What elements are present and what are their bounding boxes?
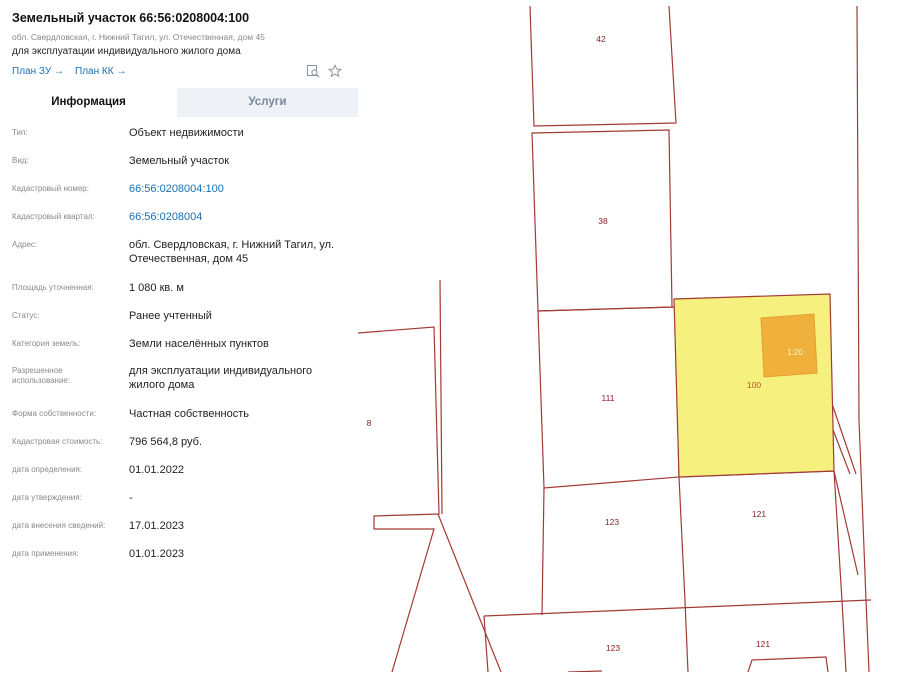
info-value: 01.01.2022 [129, 464, 185, 476]
info-value: для эксплуатации индивидуального жилого … [129, 365, 313, 391]
parcel-use: для эксплуатации индивидуального жилого … [12, 46, 241, 57]
parcel-8-boundary[interactable] [357, 326, 440, 673]
info-label: Тип: [12, 128, 28, 137]
parcel-label-42: 42 [596, 34, 606, 44]
parcel-42-boundary[interactable] [529, 5, 677, 127]
parcel-121-boundary[interactable] [678, 470, 843, 602]
parcel-title: Земельный участок 66:56:0208004:100 [12, 11, 250, 25]
info-value: 17.01.2023 [129, 520, 185, 532]
info-label: дата внесения сведений: [12, 521, 106, 530]
info-value: 01.01.2023 [129, 548, 185, 560]
info-label: Вид: [12, 156, 29, 165]
tabs-bar: Информация Услуги [0, 88, 358, 117]
info-label: Статус: [12, 311, 40, 320]
cadastral-map[interactable]: 42 38 111 100 8 123 121 123 121 1:20 [357, 0, 905, 673]
parcel-label-100: 100 [747, 380, 761, 390]
tab-information[interactable]: Информация [0, 88, 177, 117]
parcel-label-123: 123 [605, 517, 619, 527]
info-value: 796 564,8 руб. [129, 436, 202, 448]
right-boundary[interactable] [856, 5, 870, 673]
cadastral-quarter-link[interactable]: 66:56:0208004 [129, 210, 349, 224]
star-icon[interactable] [327, 63, 343, 78]
parcel-label-121-lower: 121 [756, 639, 770, 649]
parcel-label-8: 8 [367, 418, 372, 428]
search-document-icon[interactable] [306, 64, 320, 78]
info-value: Земельный участок [129, 155, 230, 167]
info-value: Ранее учтенный [129, 310, 212, 322]
info-value: 1 080 кв. м [129, 282, 184, 294]
info-value: Объект недвижимости [129, 127, 244, 139]
info-value: обл. Свердловская, г. Нижний Тагил, ул. … [129, 239, 335, 265]
info-value: Частная собственность [129, 408, 250, 420]
info-label: Кадастровый номер: [12, 184, 89, 193]
cadastral-number-link[interactable]: 66:56:0208004:100 [129, 182, 349, 196]
info-label: Категория земель: [12, 339, 81, 348]
info-label: Площадь уточненная: [12, 283, 94, 292]
tab-services[interactable]: Услуги [177, 88, 358, 117]
plan-zu-link[interactable]: План ЗУ → [12, 66, 64, 77]
info-label: Разрешенное использование: [12, 366, 71, 385]
plan-kk-link[interactable]: План КК → [75, 66, 126, 77]
parcel-label-121: 121 [752, 509, 766, 519]
map-canvas[interactable]: 42 38 111 100 8 123 121 123 121 1:20 [357, 0, 905, 673]
info-label: Кадастровый квартал: [12, 212, 95, 221]
parcel-123-boundary[interactable] [541, 487, 545, 616]
info-label: Адрес: [12, 240, 38, 249]
parcel-label-38: 38 [598, 216, 608, 226]
info-label: дата утверждения: [12, 493, 82, 502]
building-footprint[interactable] [760, 313, 818, 378]
parcel-label-123-lower: 123 [606, 643, 620, 653]
info-label: дата определения: [12, 465, 83, 474]
info-value: - [129, 492, 133, 504]
info-label: Форма собственности: [12, 409, 97, 418]
parcel-address: обл. Свердловская, г. Нижний Тагил, ул. … [12, 32, 265, 42]
info-label: дата применения: [12, 549, 79, 558]
info-panel: Земельный участок 66:56:0208004:100 обл.… [0, 0, 358, 672]
info-value: Земли населённых пунктов [129, 338, 269, 350]
info-label: Кадастровая стоимость: [12, 437, 103, 446]
building-label: 1:20 [787, 348, 803, 357]
parcel-label-111: 111 [602, 393, 615, 403]
